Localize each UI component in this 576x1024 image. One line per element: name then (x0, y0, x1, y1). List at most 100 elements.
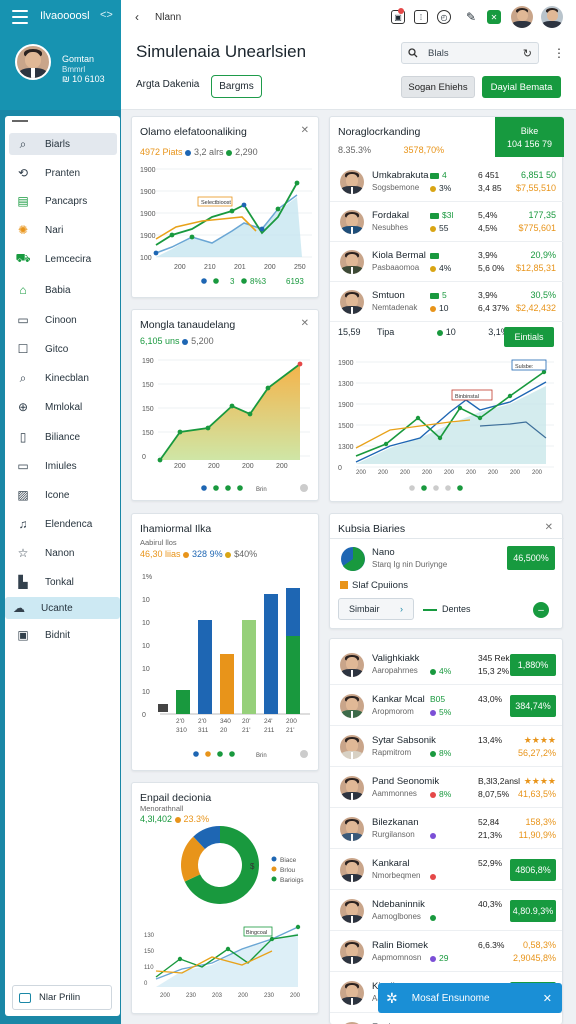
sidebar-item-ucante[interactable]: ☁ Ucante (5, 597, 120, 619)
row-name: Kiola Bermal (372, 250, 426, 261)
row-subtitle: Aapmomnosn (372, 953, 422, 962)
bell-icon: ♫ (18, 517, 28, 531)
avatar (340, 694, 364, 718)
sidebar-item-nanon[interactable]: ☆ Nanon (9, 542, 117, 564)
sidebar-item-label: Pranten (45, 167, 81, 179)
x-tick-label: 20' (242, 718, 250, 725)
tab-overview[interactable]: Argta Dakenia (136, 79, 199, 90)
people-row[interactable]: Kankar Mcal Aropmorom B05 5% 43,0% 384,74% (330, 686, 562, 726)
breadcrumb[interactable]: Nlann (155, 12, 181, 23)
ranking-row[interactable]: Smtuon Nemtadenak 5 10 3,9% 6,4 37% 30,5% $2,42… (330, 282, 564, 322)
close-icon[interactable]: ✕ (301, 125, 309, 136)
inbox-icon: ▭ (17, 459, 29, 473)
close-icon[interactable]: ✕ (301, 318, 309, 329)
row-name: Sytar Sabsonik (372, 735, 436, 746)
metric-value: 4 (442, 170, 447, 180)
sidebar-item-biarls[interactable]: ⌕ Biarls (9, 133, 117, 155)
y-tick-label: 1900 (140, 167, 156, 174)
back-arrow-icon[interactable]: ‹ (135, 10, 139, 24)
sidebar-item-pranten[interactable]: ⟲ Pranten (9, 162, 117, 184)
x-tick-label: 211 (264, 727, 275, 734)
sidebar-item-gitco[interactable]: ☐ Gitco (9, 338, 117, 360)
people-row[interactable]: Sytar Sabsonik Rapmitrom 8% 13,4% ★★★★ 56,27,… (330, 727, 562, 767)
people-row[interactable]: Bilezkanan Rurgilanson 52,84 21,3% 158,3% 11,… (330, 809, 562, 849)
search-input[interactable]: Blals ↻ (401, 42, 539, 64)
sidebar-item-label: Elendenca (45, 518, 93, 530)
series-select[interactable]: Simbair › (338, 598, 414, 620)
profile-avatar-2[interactable] (541, 6, 563, 28)
metric-value: B05 (430, 694, 446, 704)
clipboard-icon[interactable]: ⁞ (414, 10, 428, 24)
row-value-2: 11,90,9% (518, 830, 556, 840)
avatar (340, 250, 364, 274)
sidebar-item-nari[interactable]: ✺ Nari (9, 219, 117, 241)
sidebar-item-pancaprs[interactable]: ▤ Pancaprs (9, 190, 117, 212)
refresh-icon[interactable]: ↻ (523, 47, 532, 60)
nav-list: ⌕ Biarls ⟲ Pranten ▤ Pancaprs ✺ Nari ⛟ Lemcecira ⌂… (5, 0, 120, 1024)
sidebar-item-kinecblan[interactable]: ⌕ Kinecblan (9, 367, 117, 389)
stat-b: 3578,70% (403, 145, 445, 155)
legend-dot (201, 485, 207, 491)
toast-notification[interactable]: ✲ Mosaf Ensunome ✕ (378, 983, 562, 1013)
sidebar-item-bidnit[interactable]: ▣ Bidnit (9, 624, 117, 646)
sidebar-footer-button[interactable]: Nlar Prilin (12, 985, 112, 1010)
sidebar-item-cinoon[interactable]: ▭ Cinoon (9, 309, 117, 331)
metric-value: 29 (439, 953, 449, 963)
people-row[interactable]: Valighkiakk Aaropahrnes 4% 345 Reklos 15,3 2… (330, 645, 562, 685)
edit-icon[interactable]: ✎ (464, 10, 478, 24)
x-tick-label: 210 (204, 264, 216, 271)
sidebar-item-label: Icone (45, 489, 70, 501)
row-value-1: ★★★★ (523, 735, 556, 745)
row-metric-2: 10 (430, 303, 448, 313)
row-percent-1: 52,9% (478, 858, 503, 868)
home-icon: ⌂ (19, 283, 27, 297)
close-icon[interactable]: ✕ (545, 522, 553, 533)
sidebar-item-mmlokal[interactable]: ⊕ Mmlokal (9, 396, 117, 418)
primary-button[interactable]: Dayial Bemata (482, 76, 561, 98)
sidebar-item-imiules[interactable]: ▭ Imiules (9, 455, 117, 477)
metric-value: 4% (439, 666, 452, 676)
tag-label: Bingcoal (246, 930, 267, 936)
row-badge[interactable]: 4806,8% (510, 859, 556, 881)
people-row[interactable]: Ndebaninnik Aamoglbones 40,3% 4,80.9,3% (330, 891, 562, 931)
people-row[interactable]: Kankaral Nmorbeqmen 52,9% 4806,8% (330, 850, 562, 890)
sidebar-item-elendenca[interactable]: ♫ Elendenca (9, 513, 117, 535)
ranking-row[interactable]: Umkabrakuta Sogsbemone 4 3% 6 451 3,4 85 6,851… (330, 162, 564, 202)
ranking-row[interactable]: Fordakal Nesubhes $3l 55 5,4% 4,5% 177,35 $775,… (330, 202, 564, 242)
sidebar-item-tonkal[interactable]: ▙ Tonkal (9, 571, 117, 593)
x-tick-label: 200 (378, 470, 389, 476)
row-badge[interactable]: 1,880% (510, 654, 556, 676)
people-row[interactable]: Pand Seonomik Aammonnes 8% B,3l3,2ansl 8,07,… (330, 768, 562, 808)
row-badge[interactable]: 384,74% (510, 695, 556, 717)
profile-avatar-1[interactable] (511, 6, 533, 28)
row-badge[interactable]: 4,80.9,3% (510, 900, 556, 922)
people-row[interactable]: Ralin Biomek Aapmomnosn 29 6,6.3% 0,58,3% 2,9… (330, 932, 562, 972)
app-icon[interactable]: ✕ (487, 10, 501, 24)
row-subtitle: Aamoglbones (372, 912, 421, 921)
more-icon[interactable]: ⋮ (553, 46, 565, 60)
ranking-row[interactable]: Kiola Bermal Pasbaaomoa 4% 3,9% 5,6 0% 20,9% $… (330, 242, 564, 282)
tab-active[interactable]: Bargms (211, 75, 262, 98)
item-badge[interactable]: 46,500% (507, 546, 555, 570)
sidebar-item-babia[interactable]: ⌂ Babia (9, 279, 117, 301)
search-icon: ⌕ (19, 136, 27, 151)
y-tick-label: 1900 (338, 402, 354, 409)
sidebar-item-icone[interactable]: ▨ Icone (9, 484, 117, 506)
highlight-box[interactable]: Bike 104 156 79 (495, 117, 564, 157)
people-row[interactable]: Fenia40,4%30,8% (330, 1014, 562, 1024)
sidebar-item-label: Biarls (45, 138, 71, 150)
sidebar-item-biliance[interactable]: ▯ Biliance (9, 426, 117, 448)
sidebar-item-label: Ucante (41, 602, 73, 614)
details-button[interactable]: Eintials (504, 327, 554, 347)
row-name: Kankar Mcal (372, 694, 425, 705)
x-tick-label: 2'0 (176, 718, 185, 725)
card-subtitle: Aabirul llos (140, 538, 177, 547)
close-icon[interactable]: ✕ (543, 992, 552, 1005)
secondary-button[interactable]: Sogan Ehiehs (401, 76, 475, 98)
toggle-button[interactable]: – (533, 602, 549, 618)
clock-icon[interactable]: ◴ (437, 10, 451, 24)
layout-icon: ▤ (17, 194, 29, 208)
sidebar-item-lemcecira[interactable]: ⛟ Lemcecira (9, 248, 117, 270)
x-tick-label: 24' (264, 718, 272, 725)
legend-dot (225, 485, 231, 491)
